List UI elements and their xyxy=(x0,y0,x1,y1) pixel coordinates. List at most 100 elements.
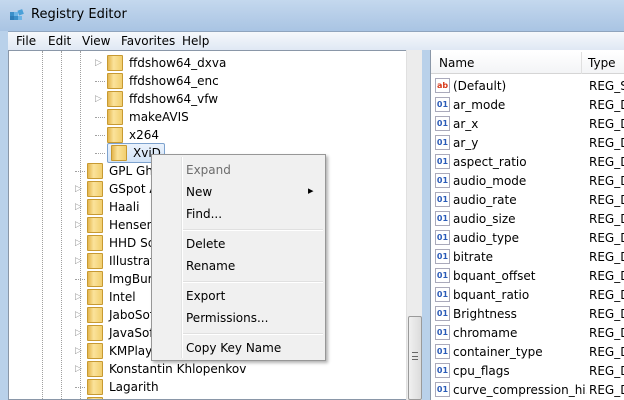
folder-icon xyxy=(87,343,103,359)
expand-arrow-icon[interactable]: ▷ xyxy=(75,184,85,194)
context-menu-item-delete[interactable]: Delete xyxy=(186,237,225,251)
value-row[interactable]: ab(Default) REG_SZ xyxy=(435,76,624,95)
tree-item[interactable]: ImgBur xyxy=(75,270,153,288)
value-row[interactable]: 01ar_mode REG_DW xyxy=(435,95,624,114)
binary-icon: 01 xyxy=(435,306,450,321)
menu-separator xyxy=(183,229,323,231)
menu-help[interactable]: Help xyxy=(182,34,209,48)
tree-item[interactable]: GPL Gh xyxy=(75,162,153,180)
tree-guide xyxy=(42,51,43,399)
expand-arrow-icon[interactable]: ▷ xyxy=(75,328,85,338)
tree-guide xyxy=(61,51,62,399)
value-type: REG_DW xyxy=(589,154,624,169)
tree-item-label: makeAVIS xyxy=(129,110,189,124)
expand-arrow-icon[interactable]: ▷ xyxy=(95,94,105,104)
tree-connector xyxy=(75,170,85,172)
value-row[interactable]: 01audio_size REG_DW xyxy=(435,209,624,228)
folder-icon xyxy=(87,307,103,323)
menu-edit[interactable]: Edit xyxy=(48,34,71,48)
tree-item[interactable]: ▷ Illustrat xyxy=(75,252,155,270)
tree-connector xyxy=(95,116,105,118)
context-menu-item-rename[interactable]: Rename xyxy=(186,259,235,273)
tree-item[interactable]: ▷ HHD Sc xyxy=(75,234,154,252)
context-menu: Expand New ▸ Find... Delete Rename Export Permi… xyxy=(151,154,326,361)
value-row[interactable]: 01aspect_ratio REG_DW xyxy=(435,152,624,171)
folder-icon xyxy=(87,217,103,233)
tree-item[interactable]: ▷ ffdshow64_dxva xyxy=(95,54,226,72)
column-type-header[interactable]: Type xyxy=(588,56,616,70)
value-row[interactable]: 01ar_y REG_DW xyxy=(435,133,624,152)
tree-item[interactable]: ▷ GSpot A xyxy=(75,180,158,198)
expand-arrow-icon[interactable]: ▷ xyxy=(75,346,85,356)
binary-icon: 01 xyxy=(435,382,450,397)
tree-item-label: ffdshow64_enc xyxy=(129,74,219,88)
tree-item-label: ffdshow64_dxva xyxy=(129,56,227,70)
title-bar: Registry Editor xyxy=(0,0,624,31)
column-name-header[interactable]: Name xyxy=(439,56,474,70)
binary-icon: 01 xyxy=(435,230,450,245)
value-row[interactable]: 01audio_rate REG_DW xyxy=(435,190,624,209)
binary-icon: 01 xyxy=(435,135,450,150)
value-name: bitrate xyxy=(453,249,494,264)
context-menu-item-export[interactable]: Export xyxy=(186,289,225,303)
value-row[interactable]: 01ar_x REG_DW xyxy=(435,114,624,133)
context-menu-item-copy-key-name[interactable]: Copy Key Name xyxy=(186,341,281,355)
tree-item[interactable]: makeAVIS xyxy=(95,108,189,126)
tree-item[interactable]: ▷LAV xyxy=(75,396,132,399)
value-name: aspect_ratio xyxy=(453,154,527,169)
binary-icon: 01 xyxy=(435,287,450,302)
folder-icon xyxy=(87,181,103,197)
value-type: REG_DW xyxy=(589,268,624,283)
expand-arrow-icon[interactable]: ▷ xyxy=(75,238,85,248)
tree-item[interactable]: Lagarith xyxy=(75,378,159,396)
binary-icon: 01 xyxy=(435,249,450,264)
tree-item[interactable]: ffdshow64_enc xyxy=(95,72,219,90)
values-pane[interactable]: Name Type ab(Default)REG_SZ01ar_modeREG_… xyxy=(430,50,624,400)
value-name: bquant_ratio xyxy=(453,287,530,302)
grip-icon xyxy=(412,352,418,360)
expand-arrow-icon[interactable]: ▷ xyxy=(75,202,85,212)
value-row[interactable]: 01Brightness REG_DW xyxy=(435,304,624,323)
tree-item[interactable]: ▷ JavaSof xyxy=(75,324,154,342)
expand-arrow-icon[interactable]: ▷ xyxy=(75,292,85,302)
tree-item[interactable]: ▷ ffdshow64_vfw xyxy=(95,90,218,108)
value-row[interactable]: 01audio_mode REG_DW xyxy=(435,171,624,190)
expand-arrow-icon[interactable]: ▷ xyxy=(75,310,85,320)
context-menu-item-permissions[interactable]: Permissions... xyxy=(186,311,268,325)
tree-item[interactable]: ▷ Hensen xyxy=(75,216,154,234)
value-row[interactable]: 01chromame REG_DW xyxy=(435,323,624,342)
tree-item-label: Haali xyxy=(109,200,140,214)
value-type: REG_DW xyxy=(589,211,624,226)
value-type: REG_DW xyxy=(589,325,624,340)
context-menu-item-new[interactable]: New xyxy=(186,185,212,199)
value-row[interactable]: 01cpu_flags REG_DW xyxy=(435,361,624,380)
value-row[interactable]: 01bquant_ratio REG_DW xyxy=(435,285,624,304)
tree-item[interactable]: ▷ JaboSof xyxy=(75,306,154,324)
value-row[interactable]: 01audio_type REG_DW xyxy=(435,228,624,247)
tree-item-label: Intel xyxy=(109,290,136,304)
tree-item[interactable]: x264 xyxy=(95,126,159,144)
expand-arrow-icon[interactable]: ▷ xyxy=(75,364,85,374)
value-name: ar_y xyxy=(453,135,479,150)
value-row[interactable]: 01curve_compression_hi...REG_DW xyxy=(435,380,624,399)
value-row[interactable]: 01bitrate REG_DW xyxy=(435,247,624,266)
menu-favorites[interactable]: Favorites xyxy=(121,34,175,48)
menu-file[interactable]: File xyxy=(16,34,36,48)
value-row[interactable]: 01bquant_offset REG_DW xyxy=(435,266,624,285)
tree-item[interactable]: ▷ Haali xyxy=(75,198,139,216)
tree-item-label: Lagarith xyxy=(109,380,159,394)
tree-scrollbar[interactable] xyxy=(406,50,422,400)
scrollbar-thumb[interactable] xyxy=(408,316,422,400)
expand-arrow-icon[interactable]: ▷ xyxy=(75,220,85,230)
value-type: REG_DW xyxy=(589,230,624,245)
tree-item-label: Illustrat xyxy=(109,254,155,268)
tree-item[interactable]: ▷ Intel xyxy=(75,288,136,306)
value-row[interactable]: 01container_type REG_DW xyxy=(435,342,624,361)
value-type: REG_DW xyxy=(589,363,624,378)
tree-item[interactable]: ▷ Konstantin Khlopenkov xyxy=(75,360,246,378)
tree-item[interactable]: ▷ KMPlay xyxy=(75,342,152,360)
menu-view[interactable]: View xyxy=(82,34,110,48)
expand-arrow-icon[interactable]: ▷ xyxy=(95,58,105,68)
expand-arrow-icon[interactable]: ▷ xyxy=(75,256,85,266)
context-menu-item-find[interactable]: Find... xyxy=(186,207,222,221)
